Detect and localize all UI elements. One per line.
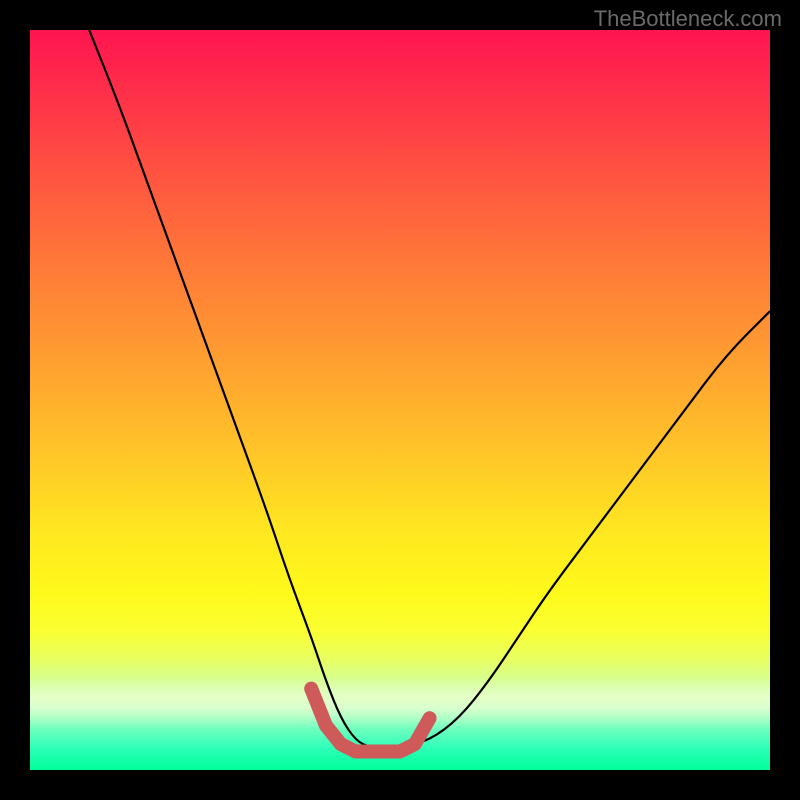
bottleneck-curve — [89, 30, 770, 748]
chart-svg-layer — [30, 30, 770, 770]
watermark-text: TheBottleneck.com — [594, 6, 782, 32]
bottom-marker — [311, 689, 429, 752]
chart-plot-area — [30, 30, 770, 770]
